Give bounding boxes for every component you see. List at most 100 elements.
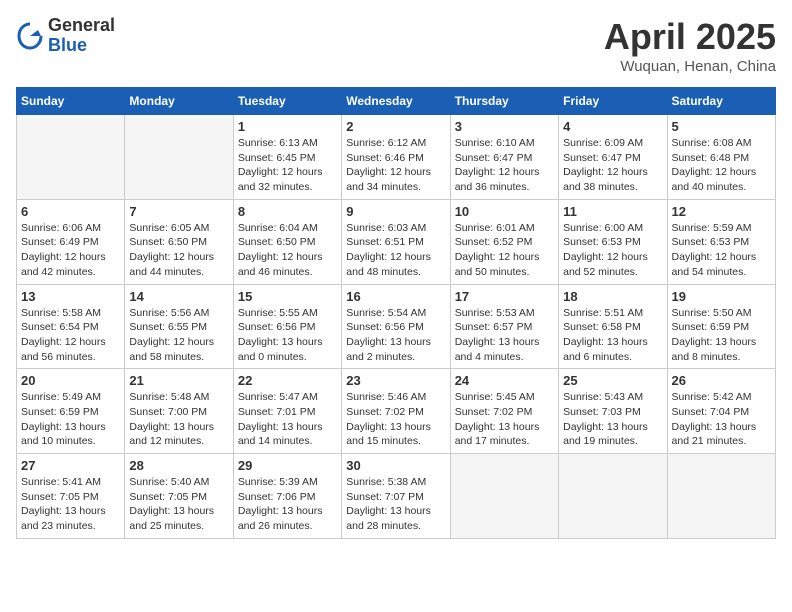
day-info: Sunrise: 6:13 AM Sunset: 6:45 PM Dayligh… [238, 136, 337, 195]
calendar-header: SundayMondayTuesdayWednesdayThursdayFrid… [17, 88, 776, 115]
day-number: 23 [346, 373, 445, 388]
logo-blue: Blue [48, 36, 115, 56]
logo-general: General [48, 16, 115, 36]
day-info: Sunrise: 5:54 AM Sunset: 6:56 PM Dayligh… [346, 306, 445, 365]
calendar-cell: 26 Sunrise: 5:42 AM Sunset: 7:04 PM Dayli… [667, 369, 775, 454]
day-info: Sunrise: 6:09 AM Sunset: 6:47 PM Dayligh… [563, 136, 662, 195]
calendar-cell [667, 454, 775, 539]
day-info: Sunrise: 6:03 AM Sunset: 6:51 PM Dayligh… [346, 221, 445, 280]
calendar-cell: 14 Sunrise: 5:56 AM Sunset: 6:55 PM Dayli… [125, 284, 233, 369]
calendar-cell: 11 Sunrise: 6:00 AM Sunset: 6:53 PM Dayli… [559, 199, 667, 284]
calendar-cell: 23 Sunrise: 5:46 AM Sunset: 7:02 PM Dayli… [342, 369, 450, 454]
day-info: Sunrise: 5:41 AM Sunset: 7:05 PM Dayligh… [21, 475, 120, 534]
day-info: Sunrise: 5:38 AM Sunset: 7:07 PM Dayligh… [346, 475, 445, 534]
header-row: SundayMondayTuesdayWednesdayThursdayFrid… [17, 88, 776, 115]
calendar-body: 1 Sunrise: 6:13 AM Sunset: 6:45 PM Daylig… [17, 115, 776, 539]
logo-icon [16, 22, 44, 50]
calendar-week-1: 6 Sunrise: 6:06 AM Sunset: 6:49 PM Daylig… [17, 199, 776, 284]
day-info: Sunrise: 5:43 AM Sunset: 7:03 PM Dayligh… [563, 390, 662, 449]
location: Wuquan, Henan, China [604, 58, 776, 75]
calendar-cell: 18 Sunrise: 5:51 AM Sunset: 6:58 PM Dayli… [559, 284, 667, 369]
header-cell-tuesday: Tuesday [233, 88, 341, 115]
calendar-cell: 9 Sunrise: 6:03 AM Sunset: 6:51 PM Daylig… [342, 199, 450, 284]
calendar-cell: 25 Sunrise: 5:43 AM Sunset: 7:03 PM Dayli… [559, 369, 667, 454]
calendar-cell: 12 Sunrise: 5:59 AM Sunset: 6:53 PM Dayli… [667, 199, 775, 284]
day-number: 11 [563, 204, 662, 219]
day-info: Sunrise: 5:53 AM Sunset: 6:57 PM Dayligh… [455, 306, 554, 365]
calendar-week-0: 1 Sunrise: 6:13 AM Sunset: 6:45 PM Daylig… [17, 115, 776, 200]
calendar-cell: 30 Sunrise: 5:38 AM Sunset: 7:07 PM Dayli… [342, 454, 450, 539]
logo: General Blue [16, 16, 115, 56]
day-number: 8 [238, 204, 337, 219]
day-info: Sunrise: 5:45 AM Sunset: 7:02 PM Dayligh… [455, 390, 554, 449]
day-number: 12 [672, 204, 771, 219]
day-number: 1 [238, 119, 337, 134]
header-cell-wednesday: Wednesday [342, 88, 450, 115]
calendar-cell: 22Sunrise: 5:47 AM Sunset: 7:01 PM Dayli… [233, 369, 341, 454]
day-number: 14 [129, 289, 228, 304]
calendar-cell: 5 Sunrise: 6:08 AM Sunset: 6:48 PM Daylig… [667, 115, 775, 200]
day-info: Sunrise: 5:51 AM Sunset: 6:58 PM Dayligh… [563, 306, 662, 365]
day-number: 20 [21, 373, 120, 388]
calendar-cell: 15 Sunrise: 5:55 AM Sunset: 6:56 PM Dayli… [233, 284, 341, 369]
day-info: Sunrise: 6:06 AM Sunset: 6:49 PM Dayligh… [21, 221, 120, 280]
day-info: Sunrise: 5:59 AM Sunset: 6:53 PM Dayligh… [672, 221, 771, 280]
day-info: Sunrise: 6:08 AM Sunset: 6:48 PM Dayligh… [672, 136, 771, 195]
calendar-cell: 7Sunrise: 6:05 AM Sunset: 6:50 PM Daylig… [125, 199, 233, 284]
day-info: Sunrise: 6:05 AM Sunset: 6:50 PM Dayligh… [129, 221, 228, 280]
day-number: 18 [563, 289, 662, 304]
calendar-cell: 2 Sunrise: 6:12 AM Sunset: 6:46 PM Daylig… [342, 115, 450, 200]
day-info: Sunrise: 5:40 AM Sunset: 7:05 PM Dayligh… [129, 475, 228, 534]
day-info: Sunrise: 5:39 AM Sunset: 7:06 PM Dayligh… [238, 475, 337, 534]
day-number: 26 [672, 373, 771, 388]
day-number: 27 [21, 458, 120, 473]
page-header: General Blue April 2025 Wuquan, Henan, C… [16, 16, 776, 75]
day-info: Sunrise: 6:12 AM Sunset: 6:46 PM Dayligh… [346, 136, 445, 195]
calendar-cell: 10Sunrise: 6:01 AM Sunset: 6:52 PM Dayli… [450, 199, 558, 284]
day-number: 25 [563, 373, 662, 388]
calendar-cell: 24 Sunrise: 5:45 AM Sunset: 7:02 PM Dayli… [450, 369, 558, 454]
day-number: 17 [455, 289, 554, 304]
day-number: 2 [346, 119, 445, 134]
calendar-cell: 13Sunrise: 5:58 AM Sunset: 6:54 PM Dayli… [17, 284, 125, 369]
day-number: 16 [346, 289, 445, 304]
calendar-cell: 29Sunrise: 5:39 AM Sunset: 7:06 PM Dayli… [233, 454, 341, 539]
calendar-cell: 21Sunrise: 5:48 AM Sunset: 7:00 PM Dayli… [125, 369, 233, 454]
day-info: Sunrise: 5:48 AM Sunset: 7:00 PM Dayligh… [129, 390, 228, 449]
calendar-cell [17, 115, 125, 200]
day-number: 30 [346, 458, 445, 473]
calendar-cell: 16 Sunrise: 5:54 AM Sunset: 6:56 PM Dayli… [342, 284, 450, 369]
calendar-cell: 20 Sunrise: 5:49 AM Sunset: 6:59 PM Dayli… [17, 369, 125, 454]
calendar-week-4: 27 Sunrise: 5:41 AM Sunset: 7:05 PM Dayli… [17, 454, 776, 539]
day-number: 9 [346, 204, 445, 219]
day-info: Sunrise: 6:04 AM Sunset: 6:50 PM Dayligh… [238, 221, 337, 280]
day-number: 3 [455, 119, 554, 134]
calendar-week-3: 20 Sunrise: 5:49 AM Sunset: 6:59 PM Dayli… [17, 369, 776, 454]
day-info: Sunrise: 5:49 AM Sunset: 6:59 PM Dayligh… [21, 390, 120, 449]
calendar-cell: 6 Sunrise: 6:06 AM Sunset: 6:49 PM Daylig… [17, 199, 125, 284]
day-info: Sunrise: 5:47 AM Sunset: 7:01 PM Dayligh… [238, 390, 337, 449]
calendar-table: SundayMondayTuesdayWednesdayThursdayFrid… [16, 87, 776, 539]
day-info: Sunrise: 5:55 AM Sunset: 6:56 PM Dayligh… [238, 306, 337, 365]
calendar-cell [450, 454, 558, 539]
day-number: 15 [238, 289, 337, 304]
logo-text: General Blue [48, 16, 115, 56]
day-number: 19 [672, 289, 771, 304]
calendar-cell [559, 454, 667, 539]
header-cell-monday: Monday [125, 88, 233, 115]
day-number: 24 [455, 373, 554, 388]
header-cell-friday: Friday [559, 88, 667, 115]
day-number: 4 [563, 119, 662, 134]
calendar-cell: 27 Sunrise: 5:41 AM Sunset: 7:05 PM Dayli… [17, 454, 125, 539]
day-number: 6 [21, 204, 120, 219]
day-info: Sunrise: 5:46 AM Sunset: 7:02 PM Dayligh… [346, 390, 445, 449]
calendar-cell: 1 Sunrise: 6:13 AM Sunset: 6:45 PM Daylig… [233, 115, 341, 200]
day-info: Sunrise: 6:00 AM Sunset: 6:53 PM Dayligh… [563, 221, 662, 280]
day-info: Sunrise: 5:56 AM Sunset: 6:55 PM Dayligh… [129, 306, 228, 365]
day-number: 13 [21, 289, 120, 304]
day-info: Sunrise: 6:10 AM Sunset: 6:47 PM Dayligh… [455, 136, 554, 195]
day-info: Sunrise: 5:42 AM Sunset: 7:04 PM Dayligh… [672, 390, 771, 449]
day-number: 5 [672, 119, 771, 134]
day-number: 10 [455, 204, 554, 219]
month-title: April 2025 [604, 16, 776, 58]
